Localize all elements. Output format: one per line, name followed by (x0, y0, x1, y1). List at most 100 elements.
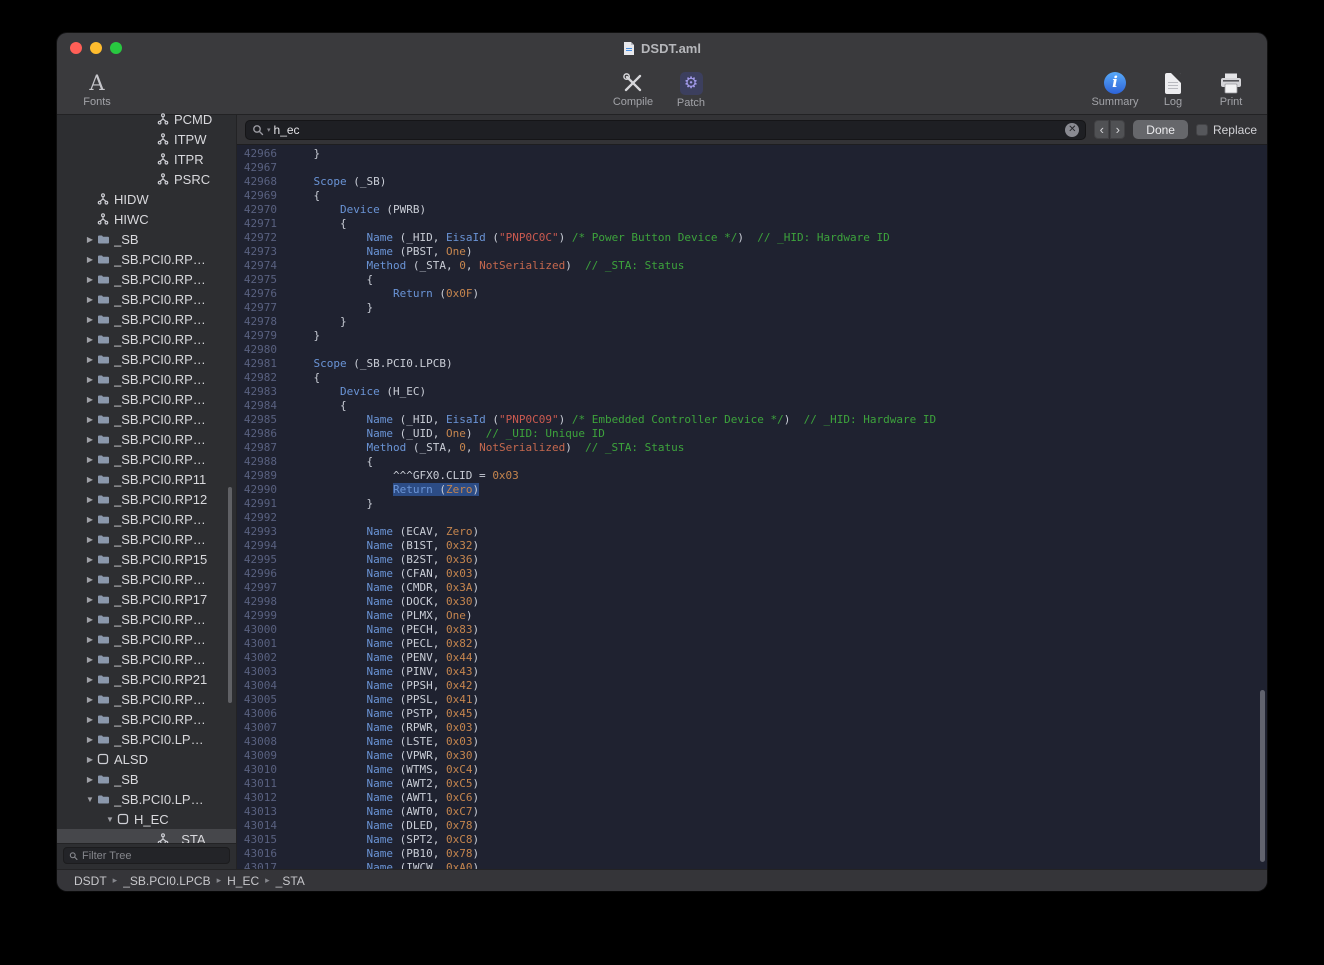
print-button[interactable]: Print (1205, 63, 1257, 114)
chevron-right-icon[interactable]: ▶ (83, 255, 97, 264)
tree-item-_sb-pci0-rp[interactable]: ▶_SB.PCI0.RP… (57, 269, 236, 289)
tree-item-_sb-pci0-rp[interactable]: ▶_SB.PCI0.RP… (57, 529, 236, 549)
chevron-right-icon[interactable]: ▶ (83, 435, 97, 444)
tree-item-_sb-pci0-rp[interactable]: ▶_SB.PCI0.RP… (57, 449, 236, 469)
code-line-42973[interactable]: 42973 Name (PBST, One) (237, 245, 1267, 259)
editor-scrollbar-thumb[interactable] (1260, 690, 1265, 862)
chevron-right-icon[interactable]: ▶ (83, 335, 97, 344)
chevron-right-icon[interactable]: ▶ (83, 375, 97, 384)
chevron-right-icon[interactable]: ▶ (83, 695, 97, 704)
tree-item-psrc[interactable]: PSRC (57, 169, 236, 189)
code-line-42975[interactable]: 42975 { (237, 273, 1267, 287)
code-line-42977[interactable]: 42977 } (237, 301, 1267, 315)
patch-button[interactable]: ⚙ Patch (665, 63, 717, 114)
tree-item-_sb-pci0-rp[interactable]: ▶_SB.PCI0.RP… (57, 509, 236, 529)
tree-item-alsd[interactable]: ▶ALSD (57, 749, 236, 769)
chevron-right-icon[interactable]: ▶ (83, 735, 97, 744)
filter-field[interactable] (63, 847, 230, 864)
tree-item-_sb-pci0-rp[interactable]: ▶_SB.PCI0.RP… (57, 689, 236, 709)
fonts-button[interactable]: A Fonts (71, 63, 123, 114)
find-previous-button[interactable]: ‹ (1094, 120, 1109, 139)
breadcrumb-item[interactable]: _STA (276, 874, 305, 888)
code-line-42974[interactable]: 42974 Method (_STA, 0, NotSerialized) //… (237, 259, 1267, 273)
tree-item-hiwc[interactable]: HIWC (57, 209, 236, 229)
chevron-right-icon[interactable]: ▶ (83, 515, 97, 524)
tree-item-_sb-pci0-rp21[interactable]: ▶_SB.PCI0.RP21 (57, 669, 236, 689)
tree-item-_sb-pci0-rp[interactable]: ▶_SB.PCI0.RP… (57, 289, 236, 309)
tree-item-_sb-pci0-rp[interactable]: ▶_SB.PCI0.RP… (57, 649, 236, 669)
chevron-right-icon[interactable]: ▶ (83, 615, 97, 624)
code-line-42979[interactable]: 42979 } (237, 329, 1267, 343)
code-line-43017[interactable]: 43017 Name (IWCW, 0xA0) (237, 861, 1267, 869)
chevron-right-icon[interactable]: ▶ (83, 535, 97, 544)
code-line-43000[interactable]: 43000 Name (PECH, 0x83) (237, 623, 1267, 637)
tree-item-_sb-pci0-rp[interactable]: ▶_SB.PCI0.RP… (57, 249, 236, 269)
chevron-right-icon[interactable]: ▶ (83, 555, 97, 564)
code-line-42989[interactable]: 42989 ^^^GFX0.CLID = 0x03 (237, 469, 1267, 483)
chevron-right-icon[interactable]: ▶ (83, 235, 97, 244)
tree-item-_sb-pci0-rp[interactable]: ▶_SB.PCI0.RP… (57, 709, 236, 729)
chevron-right-icon[interactable]: ▶ (83, 315, 97, 324)
tree-item-_sb-pci0-rp11[interactable]: ▶_SB.PCI0.RP11 (57, 469, 236, 489)
code-line-42968[interactable]: 42968 Scope (_SB) (237, 175, 1267, 189)
done-button[interactable]: Done (1133, 120, 1188, 139)
code-line-42991[interactable]: 42991 } (237, 497, 1267, 511)
tree-item-hidw[interactable]: HIDW (57, 189, 236, 209)
chevron-down-icon[interactable]: ▼ (83, 795, 97, 804)
tree-item-_sb-pci0-rp12[interactable]: ▶_SB.PCI0.RP12 (57, 489, 236, 509)
tree-item-_sb-pci0-rp17[interactable]: ▶_SB.PCI0.RP17 (57, 589, 236, 609)
search-field[interactable]: ▾ ✕ (245, 120, 1086, 140)
code-line-42988[interactable]: 42988 { (237, 455, 1267, 469)
code-line-43005[interactable]: 43005 Name (PPSL, 0x41) (237, 693, 1267, 707)
chevron-right-icon[interactable]: ▶ (83, 595, 97, 604)
code-line-43003[interactable]: 43003 Name (PINV, 0x43) (237, 665, 1267, 679)
tree-item-_sb-pci0-rp[interactable]: ▶_SB.PCI0.RP… (57, 329, 236, 349)
tree-item-_sb-pci0-rp[interactable]: ▶_SB.PCI0.RP… (57, 349, 236, 369)
tree-item-_sb[interactable]: ▶_SB (57, 229, 236, 249)
code-line-42982[interactable]: 42982 { (237, 371, 1267, 385)
code-line-43008[interactable]: 43008 Name (LSTE, 0x03) (237, 735, 1267, 749)
code-line-42990[interactable]: 42990 Return (Zero) (237, 483, 1267, 497)
tree-item-_sb-pci0-lp[interactable]: ▼_SB.PCI0.LP… (57, 789, 236, 809)
chevron-down-icon[interactable]: ▼ (103, 815, 117, 824)
chevron-right-icon[interactable]: ▶ (83, 475, 97, 484)
code-line-42986[interactable]: 42986 Name (_UID, One) // _UID: Unique I… (237, 427, 1267, 441)
chevron-right-icon[interactable]: ▶ (83, 575, 97, 584)
tree-item-_sb-pci0-rp[interactable]: ▶_SB.PCI0.RP… (57, 369, 236, 389)
tree-item-itpw[interactable]: ITPW (57, 129, 236, 149)
chevron-right-icon[interactable]: ▶ (83, 275, 97, 284)
code-line-43012[interactable]: 43012 Name (AWT1, 0xC6) (237, 791, 1267, 805)
tree-item-_sb-pci0-rp[interactable]: ▶_SB.PCI0.RP… (57, 429, 236, 449)
zoom-window-button[interactable] (110, 42, 122, 54)
chevron-right-icon[interactable]: ▶ (83, 775, 97, 784)
chevron-right-icon[interactable]: ▶ (83, 295, 97, 304)
log-button[interactable]: Log (1147, 63, 1199, 114)
tree-item-pcmd[interactable]: PCMD (57, 109, 236, 129)
code-line-42983[interactable]: 42983 Device (H_EC) (237, 385, 1267, 399)
find-input[interactable] (274, 123, 1063, 137)
clear-search-icon[interactable]: ✕ (1065, 123, 1079, 137)
tree-item-_sb-pci0-rp[interactable]: ▶_SB.PCI0.RP… (57, 309, 236, 329)
compile-button[interactable]: Compile (607, 63, 659, 114)
chevron-right-icon[interactable]: ▶ (83, 355, 97, 364)
close-window-button[interactable] (70, 42, 82, 54)
code-line-43015[interactable]: 43015 Name (SPT2, 0xC8) (237, 833, 1267, 847)
find-next-button[interactable]: › (1110, 120, 1125, 139)
chevron-right-icon[interactable]: ▶ (83, 495, 97, 504)
code-line-42969[interactable]: 42969 { (237, 189, 1267, 203)
tree-item-_sta[interactable]: _STA (57, 829, 236, 843)
code-line-42996[interactable]: 42996 Name (CFAN, 0x03) (237, 567, 1267, 581)
tree-item-_sb-pci0-rp[interactable]: ▶_SB.PCI0.RP… (57, 409, 236, 429)
tree-item-_sb-pci0-rp15[interactable]: ▶_SB.PCI0.RP15 (57, 549, 236, 569)
breadcrumb-item[interactable]: H_EC (227, 874, 259, 888)
minimize-window-button[interactable] (90, 42, 102, 54)
tree-item-h_ec[interactable]: ▼H_EC (57, 809, 236, 829)
search-scope-chevron-icon[interactable]: ▾ (267, 126, 271, 134)
chevron-right-icon[interactable]: ▶ (83, 395, 97, 404)
code-line-42995[interactable]: 42995 Name (B2ST, 0x36) (237, 553, 1267, 567)
code-line-43016[interactable]: 43016 Name (PB10, 0x78) (237, 847, 1267, 861)
code-line-43011[interactable]: 43011 Name (AWT2, 0xC5) (237, 777, 1267, 791)
code-line-43007[interactable]: 43007 Name (RPWR, 0x03) (237, 721, 1267, 735)
tree-item-_sb-pci0-rp[interactable]: ▶_SB.PCI0.RP… (57, 629, 236, 649)
replace-toggle[interactable]: Replace (1196, 123, 1259, 137)
